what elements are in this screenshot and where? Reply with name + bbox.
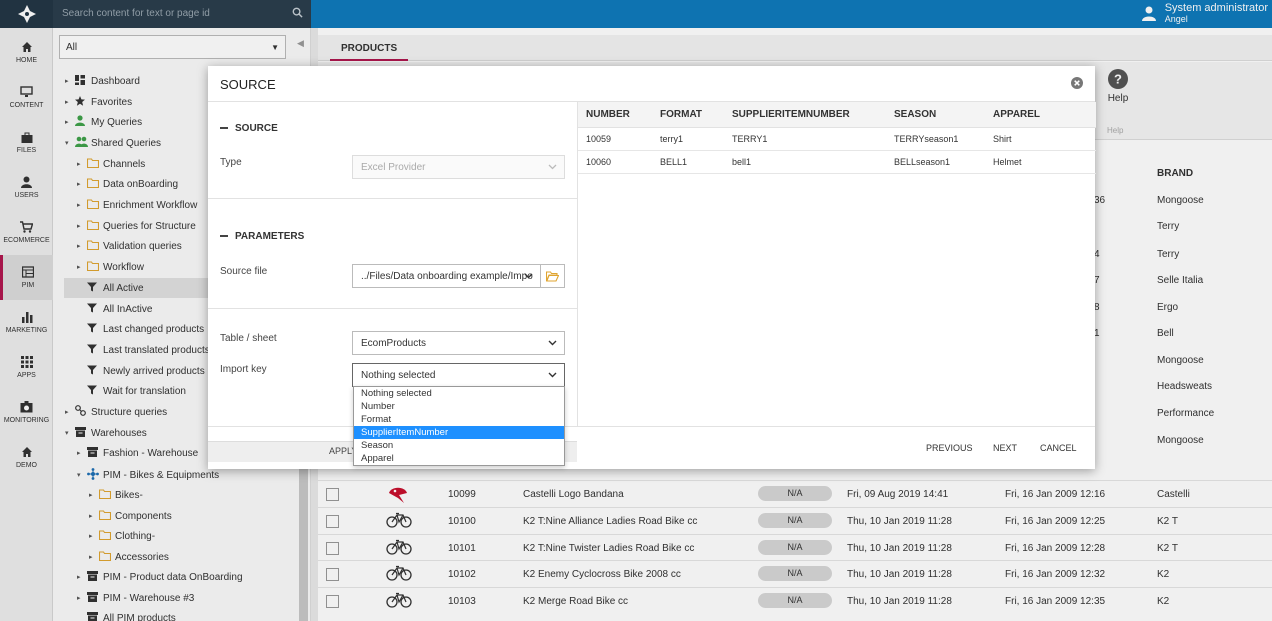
import-key-value: Nothing selected	[361, 370, 436, 381]
preview-cell: 10060	[578, 150, 652, 174]
section-divider	[208, 198, 577, 199]
source-section-header[interactable]: SOURCE	[220, 123, 278, 134]
dropdown-option[interactable]: Apparel	[354, 452, 564, 465]
preview-row: 10059 terry1 TERRY1 TERRYseason1 Shirt	[578, 127, 1096, 151]
dropdown-option[interactable]: Number	[354, 400, 564, 413]
folder-open-icon	[546, 270, 559, 282]
source-dialog: SOURCE SOURCE Type Excel Provider PARAME…	[208, 66, 1096, 469]
dialog-settings-panel: SOURCE Type Excel Provider PARAMETERS So…	[208, 101, 577, 462]
parameters-section-header[interactable]: PARAMETERS	[220, 231, 304, 242]
dropdown-option[interactable]: Nothing selected	[354, 387, 564, 400]
preview-cell: TERRY1	[724, 127, 886, 151]
preview-cell: Shirt	[985, 127, 1096, 151]
collapse-dash-icon	[220, 127, 228, 130]
section-divider	[208, 308, 577, 309]
preview-column-header: SUPPLIERITEMNUMBER	[724, 102, 886, 128]
preview-cell: Helmet	[985, 150, 1096, 174]
type-select: Excel Provider	[352, 155, 565, 179]
source-file-select[interactable]: ../Files/Data onboarding example/Impo	[352, 264, 541, 288]
previous-button[interactable]: PREVIOUS	[926, 443, 973, 453]
import-key-dropdown: Nothing selected Number Format SupplierItem…	[353, 386, 565, 466]
preview-column-header: SEASON	[886, 102, 985, 128]
type-value: Excel Provider	[361, 162, 426, 173]
dialog-footer: PREVIOUS NEXT CANCEL	[208, 426, 1095, 469]
dropdown-option[interactable]: Format	[354, 413, 564, 426]
source-file-label: Source file	[220, 266, 268, 277]
table-sheet-label: Table / sheet	[220, 333, 277, 344]
preview-column-header: FORMAT	[652, 102, 724, 128]
source-section-label: SOURCE	[235, 123, 278, 134]
dropdown-option[interactable]: SupplierItemNumber	[354, 426, 564, 439]
preview-cell: terry1	[652, 127, 724, 151]
preview-row: 10060 BELL1 bell1 BELLseason1 Helmet	[578, 150, 1096, 174]
source-file-value: ../Files/Data onboarding example/Impo	[361, 271, 533, 282]
dropdown-option[interactable]: Season	[354, 439, 564, 452]
chevron-down-icon	[524, 273, 533, 279]
next-button[interactable]: NEXT	[993, 443, 1017, 453]
import-key-select[interactable]: Nothing selected	[352, 363, 565, 387]
preview-cell: 10059	[578, 127, 652, 151]
preview-column-header: NUMBER	[578, 102, 652, 128]
close-icon[interactable]	[1071, 77, 1083, 89]
collapse-dash-icon	[220, 235, 228, 238]
table-sheet-select[interactable]: EcomProducts	[352, 331, 565, 355]
preview-cell: TERRYseason1	[886, 127, 985, 151]
table-sheet-value: EcomProducts	[361, 338, 427, 349]
dialog-title: SOURCE	[220, 77, 276, 92]
preview-cell: BELLseason1	[886, 150, 985, 174]
import-key-label: Import key	[220, 364, 267, 375]
preview-table: NUMBER FORMAT SUPPLIERITEMNUMBER SEASON APPA…	[578, 102, 1096, 174]
chevron-down-icon	[548, 372, 557, 378]
preview-column-header: APPAREL	[985, 102, 1096, 128]
preview-cell: BELL1	[652, 150, 724, 174]
type-label: Type	[220, 157, 242, 168]
preview-cell: bell1	[724, 150, 886, 174]
chevron-down-icon	[548, 340, 557, 346]
parameters-section-label: PARAMETERS	[235, 231, 305, 242]
browse-folder-button[interactable]	[540, 264, 565, 288]
cancel-button[interactable]: CANCEL	[1040, 443, 1077, 453]
chevron-down-icon	[548, 164, 557, 170]
preview-panel: NUMBER FORMAT SUPPLIERITEMNUMBER SEASON APPA…	[577, 101, 1096, 426]
